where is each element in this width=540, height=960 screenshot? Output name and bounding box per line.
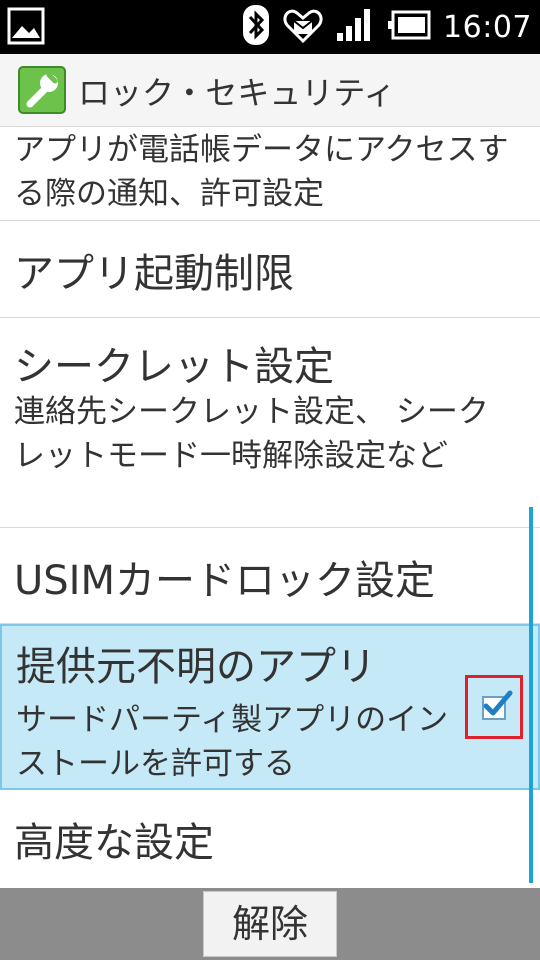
list-item-title: 高度な設定 [14,820,214,866]
list-item-summary: サードパーティ製アプリのインストールを許可する [16,702,449,782]
checkmark-icon [483,690,513,716]
battery-icon [387,10,431,44]
list-item-app-launch-restriction[interactable]: アプリ起動制限 [0,221,540,318]
list-item-summary: 連絡先シークレット設定、 シークレットモード一時解除設定など [14,394,489,474]
wrench-icon [18,66,66,114]
list-item-title: アプリ起動制限 [14,251,294,297]
highlight-box [465,675,523,739]
status-bar: 16:07 [0,0,540,54]
bottom-bar: 解除 [0,888,540,960]
bluetooth-icon [241,4,271,50]
list-item-usim-lock[interactable]: USIMカードロック設定 [0,528,540,624]
list-item-title: USIMカードロック設定 [14,558,435,604]
list-item-secret-settings[interactable]: シークレット設定 連絡先シークレット設定、 シークレットモード一時解除設定など [0,318,540,528]
signal-icon [335,7,375,47]
list-item-summary: アプリが電話帳データにアクセスする際の通知、許可設定 [14,132,509,212]
scrollbar[interactable] [529,507,533,883]
list-item-title: シークレット設定 [14,344,334,390]
image-icon [6,6,46,50]
unlock-button[interactable]: 解除 [203,891,337,957]
app-bar: ロック・セキュリティ [0,54,540,127]
list-item-unknown-sources[interactable]: 提供元不明のアプリ サードパーティ製アプリのインストールを許可する [0,624,540,790]
status-clock: 16:07 [443,9,532,45]
list-item-advanced-settings[interactable]: 高度な設定 [0,790,540,888]
unknown-sources-checkbox[interactable] [482,690,513,720]
settings-list[interactable]: アプリが電話帳データにアクセスする際の通知、許可設定 アプリ起動制限 シークレッ… [0,126,540,888]
list-item-title: 提供元不明のアプリ [16,644,376,690]
page-title: ロック・セキュリティ [78,74,396,112]
list-item-contacts-access[interactable]: アプリが電話帳データにアクセスする際の通知、許可設定 [0,126,540,221]
heart-mail-icon [283,5,323,49]
